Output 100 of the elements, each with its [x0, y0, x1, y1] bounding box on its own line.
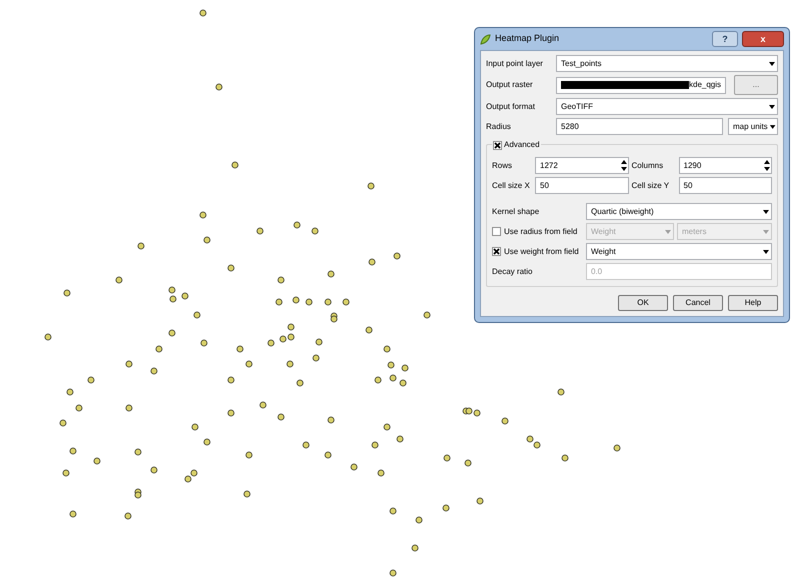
- check-cross-icon: [493, 248, 500, 255]
- map-point: [246, 360, 252, 368]
- field-label: Cell size Y: [632, 180, 670, 192]
- units-dropdown[interactable]: map units: [728, 118, 778, 135]
- map-point: [288, 324, 294, 330]
- plugin-leaf-icon: [480, 34, 491, 44]
- map-point: [402, 364, 408, 372]
- map-point: [64, 290, 70, 296]
- map-point: [390, 570, 396, 576]
- field-label: Columns: [632, 160, 664, 172]
- field-label: Input point layer: [486, 58, 544, 70]
- map-point: [292, 296, 300, 304]
- map-point: [44, 334, 52, 340]
- map-point: [116, 276, 122, 284]
- spin-box[interactable]: 1272: [535, 157, 628, 174]
- map-point: [390, 374, 396, 382]
- map-point: [200, 10, 206, 16]
- cell-size-x-field[interactable]: 50: [535, 177, 628, 194]
- map-point: [302, 442, 310, 448]
- map-point: [126, 360, 132, 368]
- map-point: [66, 388, 74, 396]
- map-point: [316, 338, 322, 346]
- map-point: [412, 544, 418, 552]
- map-point: [194, 312, 200, 318]
- map-point: [368, 182, 374, 190]
- map-point: [312, 354, 320, 362]
- dialog-button[interactable]: OK: [618, 295, 668, 311]
- help-button[interactable]: ?: [712, 31, 738, 47]
- checkbox[interactable]: [492, 247, 501, 256]
- map-point: [126, 404, 132, 412]
- map-point: [88, 376, 94, 384]
- dialog-button[interactable]: Cancel: [673, 295, 723, 311]
- field-label: Kernel shape: [492, 206, 540, 218]
- map-point: [236, 346, 244, 352]
- window-title: Heatmap Plugin: [495, 32, 560, 46]
- map-point: [328, 270, 334, 278]
- map-point: [138, 242, 144, 250]
- field-label: Radius: [486, 120, 512, 132]
- map-point: [278, 276, 284, 284]
- map-point: [182, 292, 188, 300]
- map-point: [286, 360, 294, 368]
- dialog-button[interactable]: Help: [728, 295, 778, 311]
- map-point: [70, 448, 76, 454]
- spin-arrows-icon: [620, 159, 628, 172]
- map-point: [276, 298, 282, 306]
- cell-size-y-field[interactable]: 50: [678, 177, 772, 194]
- map-point: [70, 510, 76, 518]
- map-point: [442, 504, 450, 512]
- map-point: [378, 470, 384, 476]
- output-raster-field[interactable]: kde_qgis: [556, 76, 726, 94]
- spin-arrows-icon: [763, 159, 771, 172]
- map-point: [342, 298, 350, 306]
- map-point: [200, 212, 206, 218]
- map-point: [150, 466, 158, 474]
- map-point: [278, 414, 284, 420]
- map-point: [294, 222, 300, 228]
- spin-box[interactable]: 1290: [678, 157, 772, 174]
- map-point: [124, 512, 132, 520]
- checkbox[interactable]: [493, 140, 502, 150]
- map-point: [150, 368, 158, 374]
- map-point: [368, 258, 376, 266]
- field-label: Use radius from field: [504, 226, 578, 238]
- map-point: [464, 460, 472, 466]
- field-label: Use weight from field: [504, 246, 579, 258]
- map-point: [328, 416, 334, 424]
- map-point: [94, 458, 100, 464]
- field-label: Rows: [492, 160, 514, 172]
- map-point: [134, 448, 142, 456]
- map-point: [76, 404, 82, 412]
- map-point: [476, 498, 484, 504]
- map-point: [192, 424, 198, 430]
- radius-field[interactable]: 5280: [556, 118, 723, 135]
- map-point: [324, 452, 332, 458]
- map-point: [256, 228, 264, 234]
- browse-button[interactable]: ...: [734, 75, 778, 95]
- map-point: [228, 376, 234, 384]
- map-point: [228, 264, 234, 272]
- map-point: [204, 236, 210, 244]
- map-point: [444, 454, 450, 462]
- map-point: [384, 346, 390, 352]
- field-label: Cell size X: [492, 180, 531, 192]
- field-label: Output format: [486, 100, 536, 112]
- map-point: [388, 362, 394, 368]
- map-point: [350, 464, 358, 470]
- input-layer-dropdown[interactable]: Test_points: [556, 55, 778, 72]
- map-point: [372, 442, 378, 448]
- map-point: [614, 444, 620, 452]
- output-format-dropdown[interactable]: GeoTIFF: [556, 98, 778, 115]
- weight-field-dropdown[interactable]: Weight: [586, 243, 772, 260]
- map-point: [366, 326, 372, 334]
- map-point: [562, 454, 568, 462]
- map-point: [62, 470, 70, 476]
- field-label: Decay ratio: [492, 266, 534, 278]
- checkbox[interactable]: [492, 227, 501, 236]
- map-point: [390, 508, 396, 514]
- advanced-label: Advanced: [504, 139, 540, 151]
- map-point: [502, 418, 508, 424]
- kernel-shape-dropdown[interactable]: Quartic (biweight): [586, 203, 772, 220]
- close-button[interactable]: x: [742, 31, 784, 47]
- map-point: [416, 516, 422, 524]
